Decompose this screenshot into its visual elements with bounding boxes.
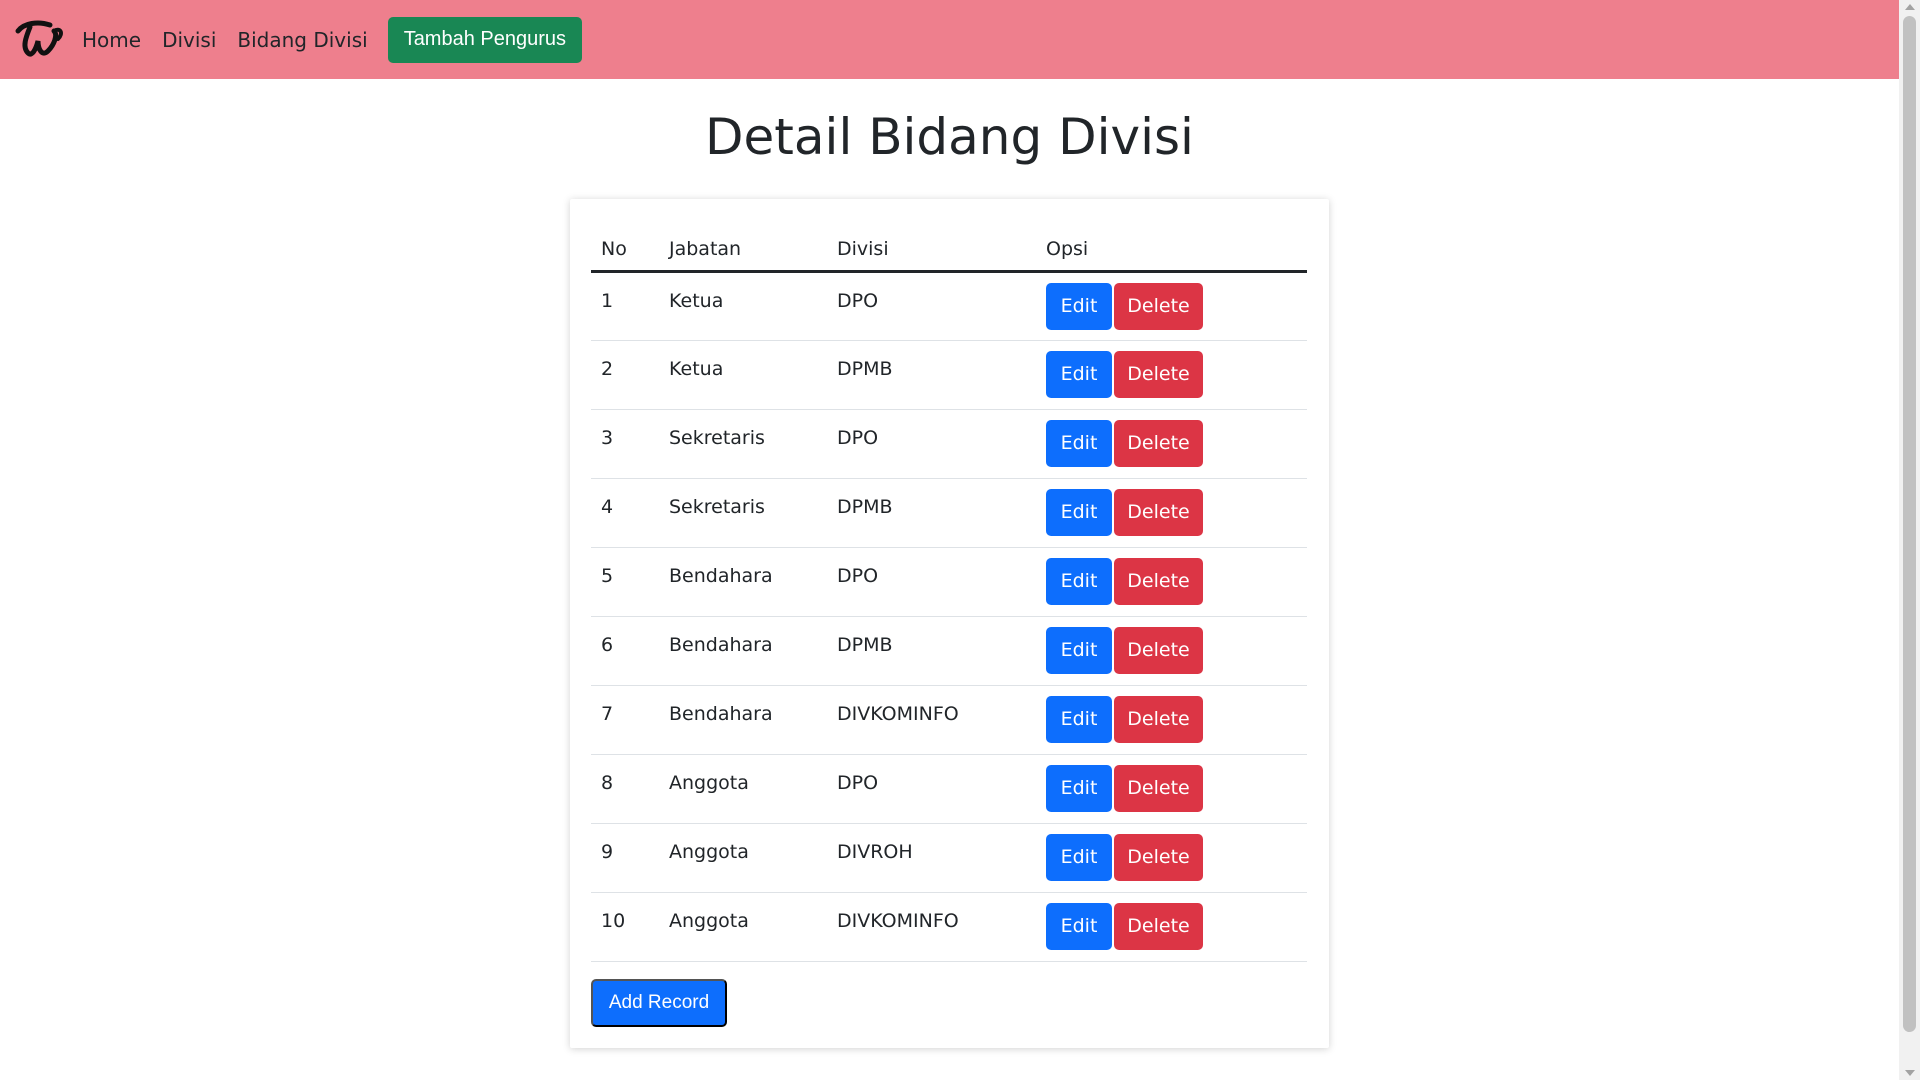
cell-no: 6 [591,616,659,686]
cell-no: 5 [591,547,659,617]
cell-opsi: Edit Delete [1036,685,1307,755]
edit-button[interactable]: Edit [1046,695,1112,743]
delete-button[interactable]: Delete [1114,419,1203,467]
table-row: 3 Sekretaris DPO Edit Delete [591,409,1307,479]
cell-jabatan: Ketua [659,271,827,341]
cell-jabatan: Bendahara [659,685,827,755]
nav-link-divisi[interactable]: Divisi [162,28,216,52]
table-row: 1 Ketua DPO Edit Delete [591,271,1307,341]
cell-divisi: DIVKOMINFO [827,892,1036,962]
cell-no: 7 [591,685,659,755]
header-no: No [591,229,659,273]
cell-divisi: DPO [827,271,1036,341]
cell-divisi: DIVROH [827,823,1036,893]
cell-opsi: Edit Delete [1036,547,1307,617]
edit-button[interactable]: Edit [1046,419,1112,467]
edit-button[interactable]: Edit [1046,902,1112,950]
cell-divisi: DPMB [827,616,1036,686]
cell-opsi: Edit Delete [1036,478,1307,548]
table-row: 2 Ketua DPMB Edit Delete [591,340,1307,410]
vertical-scrollbar[interactable] [1899,0,1920,1080]
cell-opsi: Edit Delete [1036,892,1307,962]
cell-no: 10 [591,892,659,962]
cell-opsi: Edit Delete [1036,340,1307,410]
table-row: 8 Anggota DPO Edit Delete [591,754,1307,824]
cell-divisi: DIVKOMINFO [827,685,1036,755]
scrollbar-thumb[interactable] [1903,16,1916,1032]
cell-divisi: DPMB [827,340,1036,410]
header-divisi: Divisi [827,229,1036,273]
cell-opsi: Edit Delete [1036,823,1307,893]
cell-no: 1 [591,271,659,341]
edit-button[interactable]: Edit [1046,282,1112,330]
delete-button[interactable]: Delete [1114,695,1203,743]
cell-no: 9 [591,823,659,893]
delete-button[interactable]: Delete [1114,902,1203,950]
table-row: 7 Bendahara DIVKOMINFO Edit Delete [591,685,1307,755]
cell-jabatan: Anggota [659,892,827,962]
table-row: 9 Anggota DIVROH Edit Delete [591,823,1307,893]
cell-divisi: DPO [827,547,1036,617]
header-jabatan: Jabatan [659,229,827,273]
delete-button[interactable]: Delete [1114,626,1203,674]
nav-link-home[interactable]: Home [82,28,141,52]
delete-button[interactable]: Delete [1114,764,1203,812]
cell-divisi: DPMB [827,478,1036,548]
delete-button[interactable]: Delete [1114,350,1203,398]
header-opsi: Opsi [1036,229,1307,273]
delete-button[interactable]: Delete [1114,282,1203,330]
cell-opsi: Edit Delete [1036,754,1307,824]
scroll-up-arrow-icon[interactable] [1905,4,1915,10]
cell-opsi: Edit Delete [1036,271,1307,341]
delete-button[interactable]: Delete [1114,557,1203,605]
nav-link-bidang-divisi[interactable]: Bidang Divisi [237,28,367,52]
table-row: 6 Bendahara DPMB Edit Delete [591,616,1307,686]
top-navbar: Home Divisi Bidang Divisi Tambah Penguru… [0,0,1899,79]
cell-divisi: DPO [827,754,1036,824]
cell-no: 4 [591,478,659,548]
add-record-button[interactable]: Add Record [591,979,727,1027]
cell-opsi: Edit Delete [1036,409,1307,479]
cell-opsi: Edit Delete [1036,616,1307,686]
table-header-row: No Jabatan Divisi Opsi [591,229,1307,273]
cell-no: 3 [591,409,659,479]
edit-button[interactable]: Edit [1046,557,1112,605]
cell-divisi: DPO [827,409,1036,479]
bidang-divisi-table: No Jabatan Divisi Opsi 1 Ketua DPO Edit Dele… [591,229,1307,962]
cell-jabatan: Ketua [659,340,827,410]
edit-button[interactable]: Edit [1046,626,1112,674]
page-title: Detail Bidang Divisi [705,108,1194,166]
cell-jabatan: Bendahara [659,616,827,686]
twice-logo-icon[interactable] [14,13,68,67]
table-row: 10 Anggota DIVKOMINFO Edit Delete [591,892,1307,962]
table-row: 4 Sekretaris DPMB Edit Delete [591,478,1307,548]
edit-button[interactable]: Edit [1046,833,1112,881]
scroll-down-arrow-icon[interactable] [1905,1070,1915,1076]
cell-no: 2 [591,340,659,410]
table-row: 5 Bendahara DPO Edit Delete [591,547,1307,617]
cell-jabatan: Sekretaris [659,478,827,548]
cell-no: 8 [591,754,659,824]
table-card: No Jabatan Divisi Opsi 1 Ketua DPO Edit Dele… [570,199,1329,1048]
delete-button[interactable]: Delete [1114,488,1203,536]
edit-button[interactable]: Edit [1046,764,1112,812]
edit-button[interactable]: Edit [1046,350,1112,398]
cell-jabatan: Anggota [659,823,827,893]
cell-jabatan: Sekretaris [659,409,827,479]
edit-button[interactable]: Edit [1046,488,1112,536]
cell-jabatan: Anggota [659,754,827,824]
cell-jabatan: Bendahara [659,547,827,617]
delete-button[interactable]: Delete [1114,833,1203,881]
tambah-pengurus-button[interactable]: Tambah Pengurus [387,16,583,63]
